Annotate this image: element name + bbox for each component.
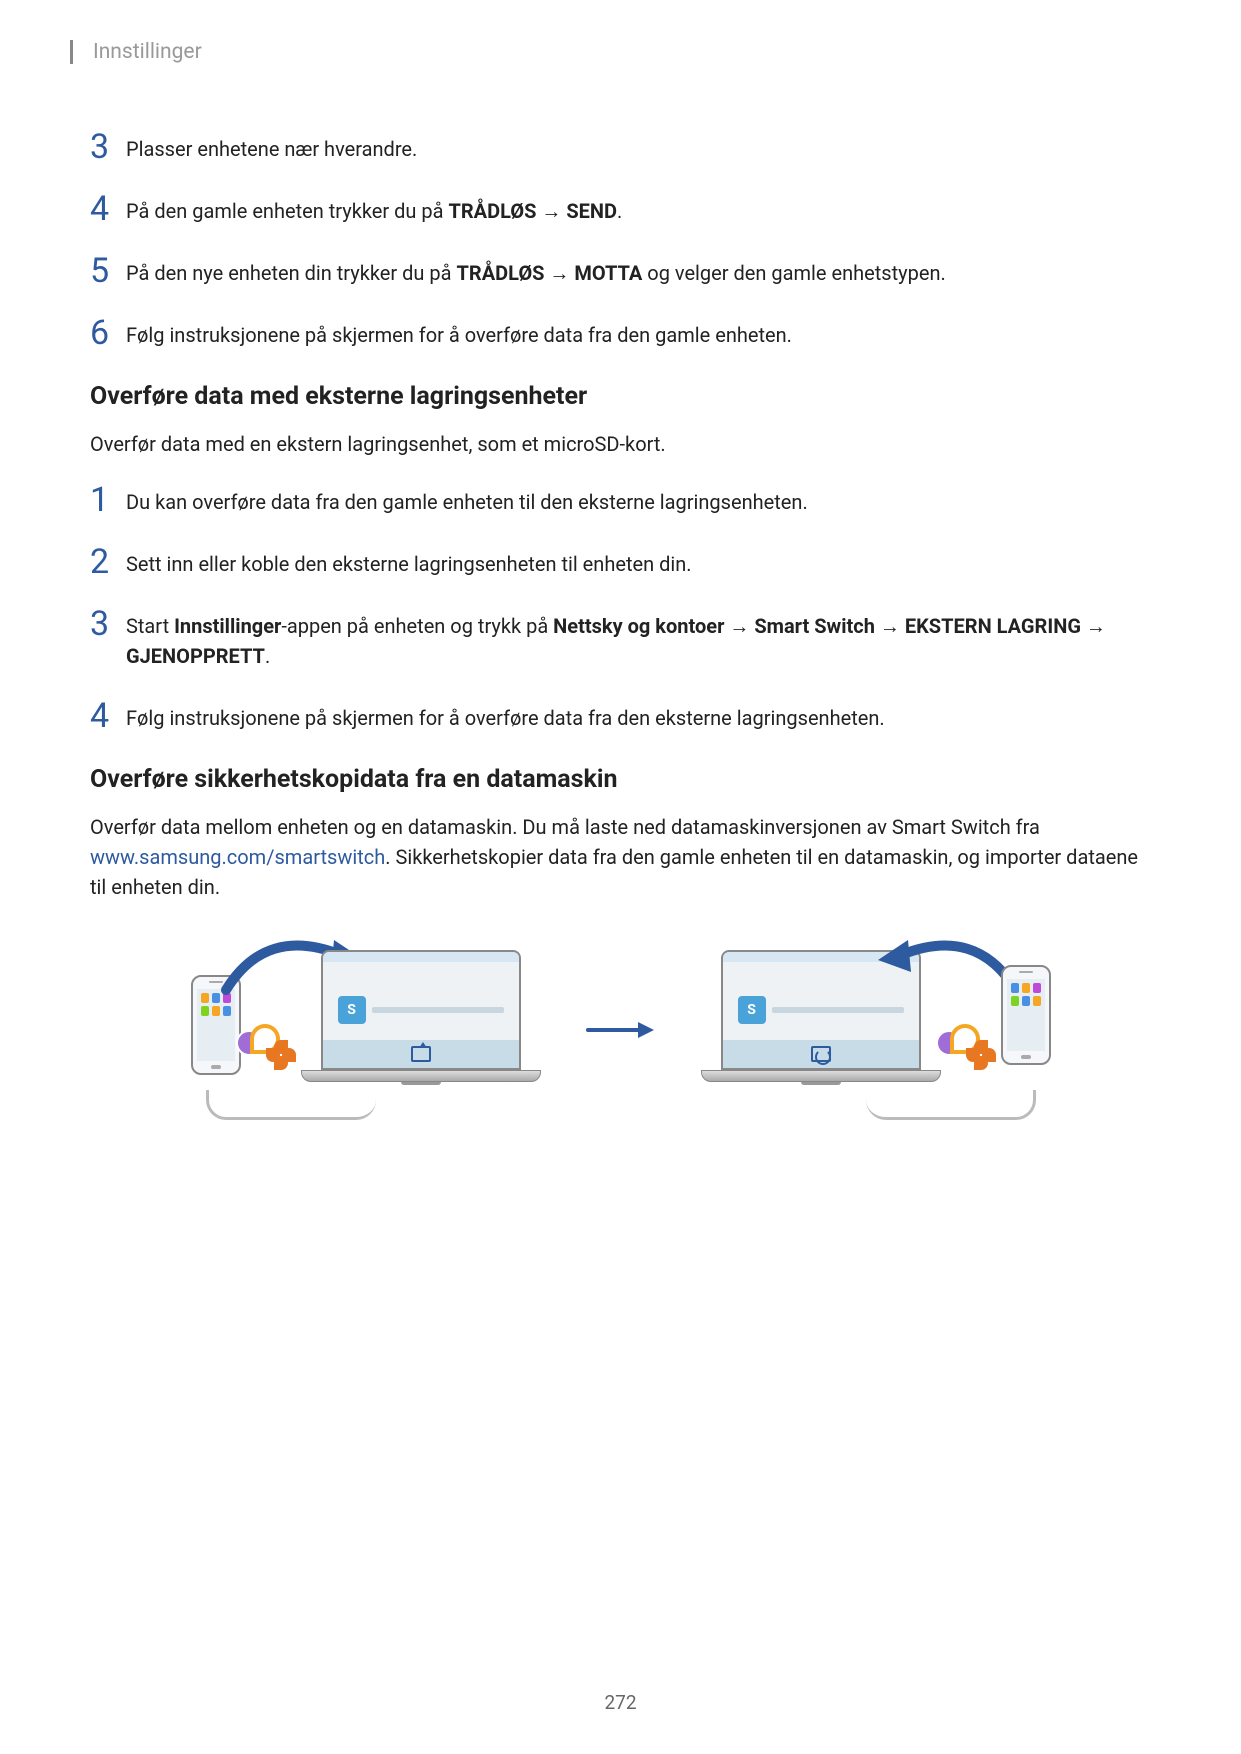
section-b-intro: Overfør data med en ekstern lagringsenhe… [90,429,1151,459]
page-header: Innstillinger [70,40,1151,64]
phone-icon [1001,965,1051,1065]
step-number: 5 [90,254,126,288]
step-b1: 1 Du kan overføre data fra den gamle enh… [90,487,1151,517]
step-number: 3 [90,607,126,641]
cable-icon [866,1090,1036,1120]
step-number: 4 [90,192,126,226]
section-c-intro: Overfør data mellom enheten og en datama… [90,812,1151,902]
flow-arrow-icon [586,1020,656,1040]
step-number: 4 [90,699,126,733]
step-b4: 4 Følg instruksjonene på skjermen for å … [90,703,1151,733]
cable-icon [206,1090,376,1120]
smartswitch-badge: S [338,996,366,1024]
step-b2: 2 Sett inn eller koble den eksterne lagr… [90,549,1151,579]
laptop-icon: S [301,950,541,1085]
step-text: Følg instruksjonene på skjermen for å ov… [126,320,792,350]
step-number: 3 [90,130,126,164]
step-text: Sett inn eller koble den eksterne lagrin… [126,549,692,579]
step-a6: 6 Følg instruksjonene på skjermen for å … [90,320,1151,350]
section-b-title: Overføre data med eksterne lagringsenhet… [90,382,1151,411]
step-b3: 3 Start Innstillinger-appen på enheten o… [90,611,1151,671]
data-icons [236,1020,306,1075]
step-a3: 3 Plasser enhetene nær hverandre. [90,134,1151,164]
section-c-title: Overføre sikkerhetskopidata fra en datam… [90,765,1151,794]
smartswitch-badge: S [738,996,766,1024]
step-a5: 5 På den nye enheten din trykker du på T… [90,258,1151,288]
step-text: Start Innstillinger-appen på enheten og … [126,611,1151,671]
data-icons [936,1020,1006,1075]
illus-laptop-to-phone: S [676,930,1056,1130]
step-text: På den nye enheten din trykker du på TRÅ… [126,258,946,288]
smartswitch-illustration: S S [90,930,1151,1130]
step-text: Plasser enhetene nær hverandre. [126,134,417,164]
step-text: På den gamle enheten trykker du på TRÅDL… [126,196,622,226]
upload-icon [411,1046,431,1062]
step-text: Du kan overføre data fra den gamle enhet… [126,487,808,517]
smartswitch-link[interactable]: www.samsung.com/smartswitch [90,845,385,869]
step-number: 1 [90,483,126,517]
step-text: Følg instruksjonene på skjermen for å ov… [126,703,885,733]
step-a4: 4 På den gamle enheten trykker du på TRÅ… [90,196,1151,226]
header-title: Innstillinger [93,40,202,64]
illus-phone-to-laptop: S [186,930,566,1130]
step-number: 6 [90,316,126,350]
step-number: 2 [90,545,126,579]
page-number: 272 [0,1691,1241,1714]
restore-icon [811,1046,831,1062]
